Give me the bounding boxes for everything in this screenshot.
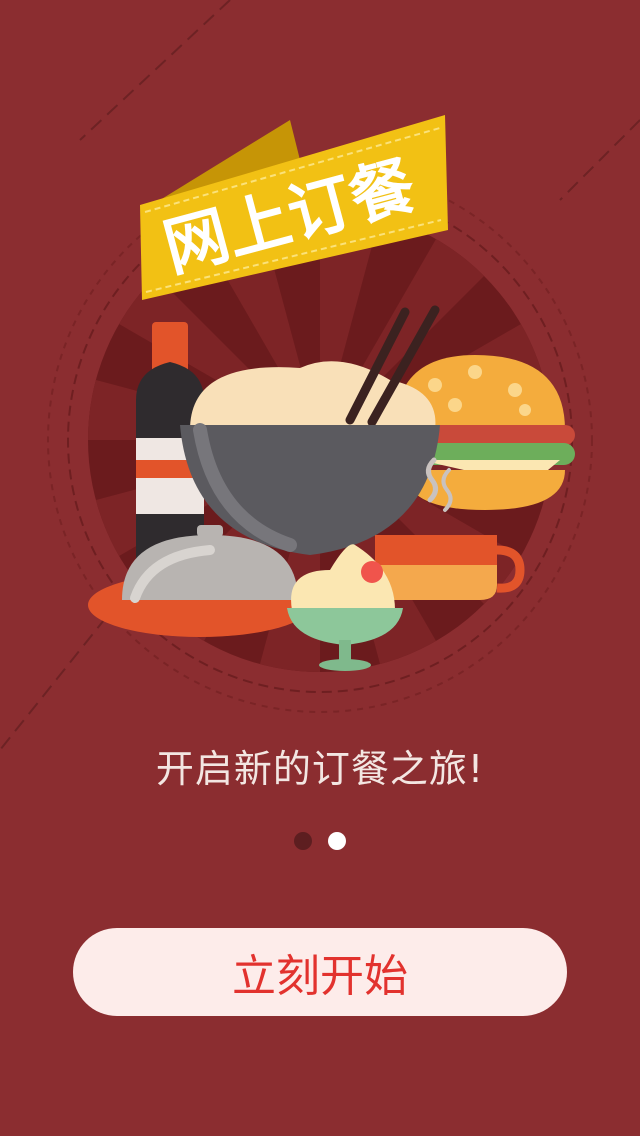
page-dot-1[interactable] bbox=[294, 832, 312, 850]
start-now-button[interactable]: 立刻开始 bbox=[73, 928, 567, 1016]
page-indicator bbox=[0, 832, 640, 852]
food-illustration: 网上订餐 bbox=[47, 115, 593, 713]
page-dot-2[interactable] bbox=[328, 832, 346, 850]
tagline: 开启新的订餐之旅! bbox=[155, 747, 485, 791]
